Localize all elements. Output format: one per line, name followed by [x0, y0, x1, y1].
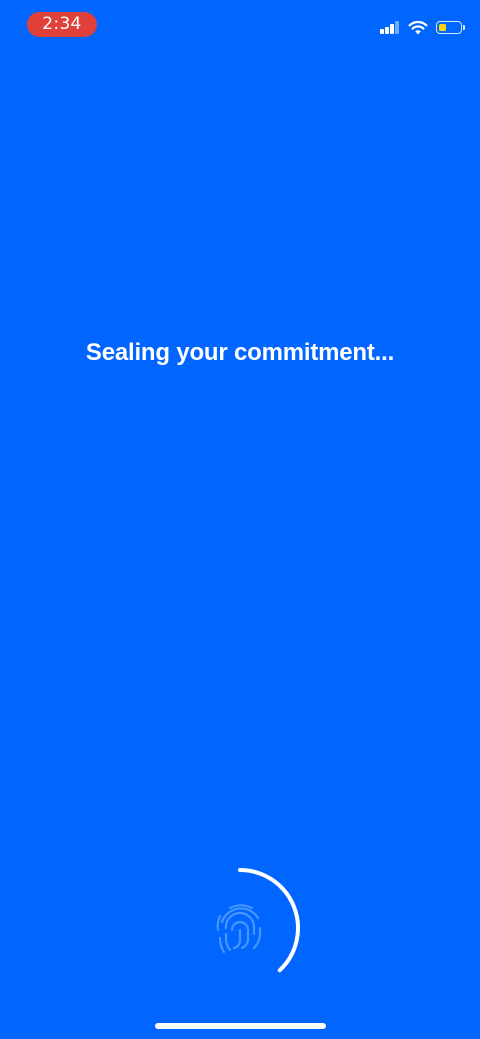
status-icons [380, 18, 465, 36]
status-time[interactable]: 2:34 [27, 12, 97, 37]
battery-fill [439, 23, 446, 31]
battery-low-icon [436, 20, 465, 34]
cellular-signal-icon [380, 20, 400, 34]
home-indicator[interactable] [155, 1023, 326, 1029]
sealing-screen: 2:34 Sealing your commitment... [0, 0, 480, 1039]
status-bar: 2:34 [0, 0, 480, 48]
wifi-icon [408, 20, 428, 34]
fingerprint-hold-button[interactable] [180, 868, 300, 988]
fingerprint-icon [216, 904, 262, 954]
sealing-message: Sealing your commitment... [85, 339, 395, 366]
progress-ring [216, 868, 300, 973]
progress-ring-arc [238, 868, 300, 973]
